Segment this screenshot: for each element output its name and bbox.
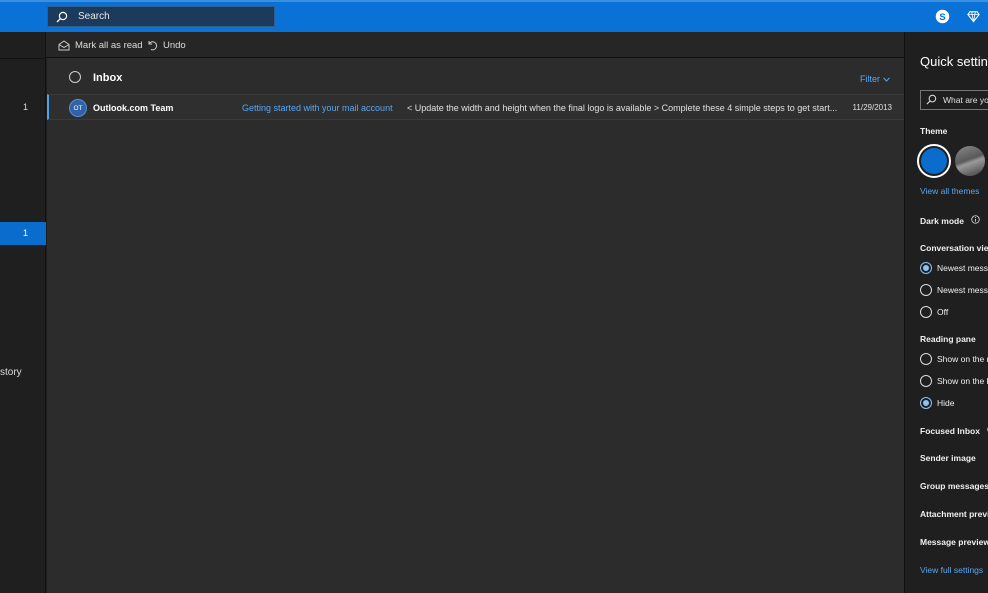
folder-item-selected[interactable]: 1 [0, 222, 46, 245]
radio[interactable] [920, 306, 932, 318]
envelope-open-icon [58, 39, 70, 51]
radio-label: Show on the bottom [937, 376, 988, 386]
sender-image-label: Sender image [920, 453, 976, 463]
search-icon [56, 10, 70, 24]
mark-all-read-label: Mark all as read [75, 39, 143, 51]
attachment-preview-label: Attachment preview [920, 509, 988, 519]
quick-settings-panel: Quick settings Theme View all themes Dar… [904, 32, 988, 593]
conversation-view-label: Conversation view [920, 243, 988, 253]
conv-option-newest-bottom[interactable]: Newest messages on bottom [920, 284, 988, 296]
top-accent-line [0, 0, 988, 2]
radio[interactable] [920, 375, 932, 387]
dark-mode-text: Dark mode [920, 216, 964, 226]
search-input[interactable] [76, 10, 256, 23]
message-sender: Outlook.com Team [93, 103, 174, 113]
view-full-settings-link[interactable]: View full settings [920, 565, 983, 575]
filter-button[interactable]: Filter [860, 74, 890, 84]
settings-search-input[interactable] [941, 94, 988, 106]
undo-label: Undo [163, 39, 186, 51]
radio-label: Newest messages on bottom [937, 285, 988, 295]
message-date: 11/29/2013 [852, 103, 892, 112]
radio-label: Newest messages on top [937, 263, 988, 273]
radio-selected[interactable] [920, 262, 932, 274]
chevron-down-icon [883, 76, 890, 82]
radio[interactable] [920, 353, 932, 365]
filter-label: Filter [860, 74, 880, 84]
premium-diamond-icon[interactable] [965, 8, 981, 24]
radio[interactable] [920, 284, 932, 296]
focused-inbox-label: Focused Inbox [920, 425, 988, 436]
folder-unread-count: 1 [22, 228, 28, 238]
command-bar: Mark all as read Undo [46, 32, 904, 58]
search-icon [926, 94, 937, 106]
message-list-header: Inbox Filter [47, 58, 904, 94]
message-row[interactable]: OT Outlook.com Team Getting started with… [47, 94, 904, 120]
folder-title: Inbox [93, 72, 123, 84]
folder-pane-divider [0, 58, 46, 59]
dark-mode-label: Dark mode [920, 215, 980, 226]
avatar: OT [69, 99, 87, 117]
radio-label: Off [937, 307, 949, 317]
folder-item-partial-label[interactable]: story [0, 367, 22, 378]
message-list: Inbox Filter OT Outlook.com Team Getting… [47, 58, 904, 593]
folder-pane: 1 1 story [0, 32, 46, 593]
theme-swatch-gray[interactable] [955, 146, 985, 176]
focused-inbox-text: Focused Inbox [920, 426, 980, 436]
undo-icon [146, 39, 158, 51]
quick-settings-title: Quick settings [920, 54, 988, 69]
message-preview: < Update the width and height when the f… [407, 103, 838, 113]
message-preview-label: Message preview [920, 537, 988, 547]
radio-label: Show on the right [937, 354, 988, 364]
reading-option-hide[interactable]: Hide [920, 397, 954, 409]
radio-label: Hide [937, 398, 955, 408]
reading-pane-label: Reading pane [920, 334, 976, 344]
settings-search-box[interactable] [920, 90, 988, 110]
top-bar: S [0, 0, 988, 32]
conv-option-off[interactable]: Off [920, 306, 948, 318]
conv-option-newest-top[interactable]: Newest messages on top [920, 262, 988, 274]
reading-option-right[interactable]: Show on the right [920, 353, 988, 365]
search-box[interactable] [47, 6, 275, 27]
skype-icon[interactable]: S [934, 8, 950, 24]
message-subject: Getting started with your mail account [242, 103, 393, 113]
select-all-checkbox[interactable] [69, 71, 81, 83]
info-icon[interactable] [971, 215, 980, 224]
theme-label: Theme [920, 126, 948, 136]
mark-all-read-button[interactable]: Mark all as read [58, 32, 143, 58]
undo-button[interactable]: Undo [146, 32, 186, 58]
view-all-themes-link[interactable]: View all themes [920, 186, 979, 196]
theme-swatch-blue[interactable] [917, 144, 951, 178]
reading-option-bottom[interactable]: Show on the bottom [920, 375, 988, 387]
svg-text:S: S [939, 11, 945, 21]
folder-unread-count[interactable]: 1 [0, 102, 46, 112]
group-messages-label: Group messages [920, 481, 988, 491]
radio-selected[interactable] [920, 397, 932, 409]
